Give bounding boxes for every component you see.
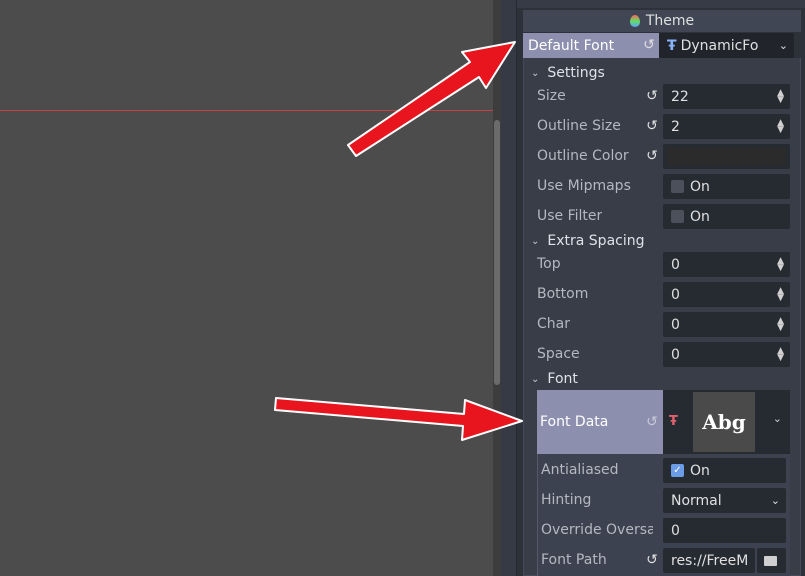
annotation-arrows [274, 41, 523, 441]
arrow-to-default-font [347, 41, 516, 157]
arrow-to-font-data [274, 397, 523, 441]
